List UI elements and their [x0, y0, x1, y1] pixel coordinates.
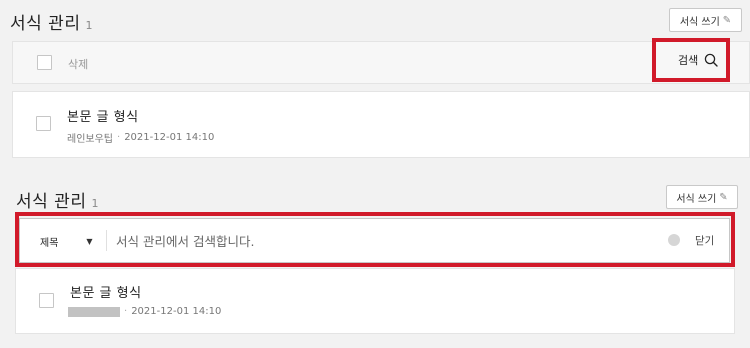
meta-separator: ·: [124, 306, 128, 317]
delete-button[interactable]: 삭제: [68, 56, 88, 72]
row-checkbox[interactable]: [39, 293, 54, 308]
post-author: 레인보우팁: [67, 134, 113, 145]
post-template-panel-default: 서식 관리 1 서식 쓰기 ✎ 삭제 검색 본문 글 형식 레인보우팁 · 20…: [0, 0, 750, 170]
post-meta: · 2021-12-01 14:10: [68, 306, 221, 317]
highlight-box-search: [652, 38, 730, 82]
item-count: 1: [85, 19, 93, 32]
post-title-link[interactable]: 본문 글 형식: [67, 106, 139, 125]
post-meta: 레인보우팁 · 2021-12-01 14:10: [67, 130, 214, 145]
pencil-icon: ✎: [719, 191, 728, 203]
post-template-panel-search-open: 서식 관리 1 서식 쓰기 ✎ 제목 ▼ 닫기 본문 글 형식 · 2021-1…: [0, 178, 750, 348]
post-date: 2021-12-01 14:10: [131, 306, 222, 317]
row-checkbox[interactable]: [36, 116, 51, 131]
panel-header: 서식 관리 1: [10, 9, 92, 34]
highlight-box-search-bar: [15, 212, 735, 267]
post-title-link[interactable]: 본문 글 형식: [70, 282, 142, 301]
redacted-author: [68, 306, 120, 317]
write-template-label: 서식 쓰기: [676, 193, 717, 205]
meta-separator: ·: [117, 132, 121, 143]
template-list: 본문 글 형식 레인보우팁 · 2021-12-01 14:10: [12, 91, 750, 158]
write-template-button[interactable]: 서식 쓰기 ✎: [669, 8, 742, 32]
select-all-checkbox[interactable]: [37, 55, 52, 70]
page-title: 서식 관리: [16, 192, 87, 212]
post-date: 2021-12-01 14:10: [124, 132, 215, 143]
pencil-icon: ✎: [722, 14, 732, 26]
list-toolbar: 삭제: [12, 41, 750, 84]
write-template-label: 서식 쓰기: [679, 16, 720, 28]
template-list: 본문 글 형식 · 2021-12-01 14:10: [15, 268, 735, 334]
page-title: 서식 관리: [10, 14, 81, 34]
item-count: 1: [91, 197, 99, 210]
panel-header: 서식 관리 1: [16, 187, 98, 212]
write-template-button[interactable]: 서식 쓰기 ✎: [666, 185, 738, 209]
